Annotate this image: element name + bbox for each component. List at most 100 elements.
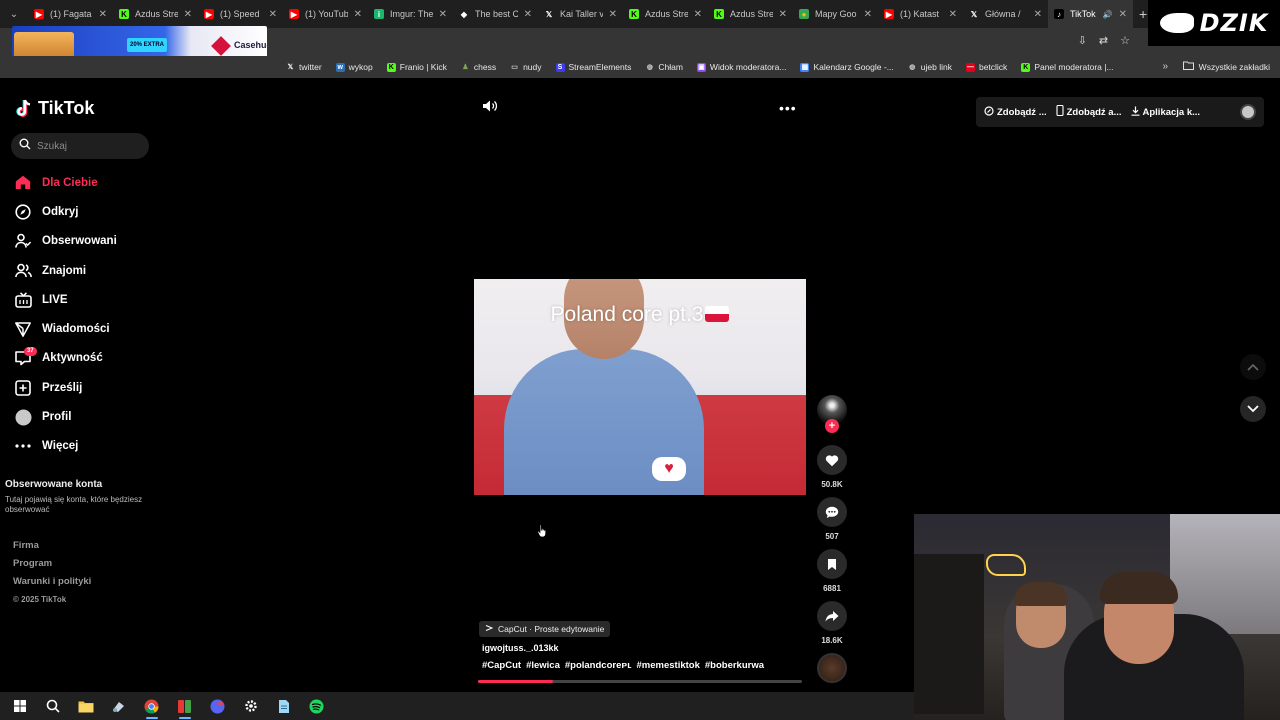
bookmark-icon[interactable] (817, 549, 847, 579)
bookmark-item[interactable]: ▦ Kalendarz Google -... (800, 62, 894, 72)
close-tab-icon[interactable]: ✕ (439, 9, 447, 20)
hashtag-link[interactable]: #CapCut (482, 660, 521, 671)
sidebar-item-profile[interactable]: Profil (14, 402, 154, 431)
translate-icon[interactable]: ⇄ (1099, 34, 1108, 47)
streaming-app-icon[interactable] (169, 692, 200, 720)
bookmark-item[interactable]: 𝕏twitter (286, 62, 322, 72)
video-progress-bar[interactable] (478, 680, 802, 683)
tiktok-logo[interactable]: TikTok (16, 98, 94, 119)
browser-tab[interactable]: ◆ The best C ✕ (453, 0, 538, 28)
user-avatar[interactable] (1240, 104, 1256, 120)
volume-icon[interactable] (482, 99, 498, 118)
bookmark-item[interactable]: K Panel moderatora |... (1021, 62, 1114, 72)
bookmark-item[interactable]: ♟ chess (461, 62, 496, 72)
hashtag-link[interactable]: #polandcoreᴘʟ (565, 660, 632, 671)
bookmark-item[interactable]: ▣ Widok moderatora... (696, 62, 786, 72)
next-video-button[interactable] (1240, 396, 1266, 422)
all-bookmarks-button[interactable]: Wszystkie zakładki (1182, 61, 1270, 72)
sidebar-item-friends[interactable]: Znajomi (14, 256, 154, 285)
share-icon[interactable] (817, 601, 847, 631)
sidebar-item-more[interactable]: Więcej (14, 432, 154, 461)
follow-plus-icon[interactable]: + (825, 419, 839, 433)
chrome-icon[interactable] (136, 692, 167, 720)
settings-icon[interactable] (235, 692, 266, 720)
new-tab-button[interactable]: + (1139, 6, 1147, 22)
app-icon-generic[interactable] (103, 692, 134, 720)
close-tab-icon[interactable]: ✕ (779, 9, 787, 20)
sidebar-item-home[interactable]: Dla Ciebie (14, 168, 154, 197)
bookmark-item[interactable]: S StreamElements (555, 62, 631, 72)
footer-link-program[interactable]: Program (13, 558, 91, 576)
bookmark-item[interactable]: ▭ nudy (510, 62, 541, 72)
footer-link-company[interactable]: Firma (13, 540, 91, 558)
close-tab-icon[interactable]: ✕ (184, 9, 192, 20)
comment-icon[interactable] (817, 497, 847, 527)
browser-tab[interactable]: K Azdus Stre ✕ (708, 0, 793, 28)
close-tab-icon[interactable]: ✕ (694, 9, 702, 20)
spotify-icon[interactable] (301, 692, 332, 720)
taskbar-search-icon[interactable] (37, 692, 68, 720)
desktop-app-button[interactable]: Aplikacja k... (1131, 106, 1200, 119)
capcut-tag[interactable]: CapCut · Proste edytowanie (479, 621, 611, 637)
get-coins-button[interactable]: Zdobądź ... (984, 105, 1047, 119)
sidebar-item-upload[interactable]: Prześlij (14, 373, 154, 402)
browser-tab[interactable]: K Azdus Stre ✕ (623, 0, 708, 28)
notes-app-icon[interactable] (268, 692, 299, 720)
heart-icon[interactable] (817, 445, 847, 475)
sidebar-item-activity[interactable]: 37 Aktywność (14, 344, 154, 373)
sidebar-item-messages[interactable]: Wiadomości (14, 314, 154, 343)
browser-tab[interactable]: 𝕏 Główna / ✕ (963, 0, 1048, 28)
comment-action[interactable]: 507 (817, 497, 847, 541)
bookmark-item[interactable]: ◍ Chłam (645, 62, 683, 72)
close-tab-icon[interactable]: ✕ (269, 9, 277, 20)
share-action[interactable]: 18.6K (817, 601, 847, 645)
bookmark-item[interactable]: w wykop (335, 62, 373, 72)
close-tab-icon[interactable]: ✕ (99, 9, 107, 20)
browser-tab[interactable]: ● Mapy Goo ✕ (793, 0, 878, 28)
video-author[interactable]: igwojtuss._.013kk (482, 643, 559, 653)
music-disc-icon[interactable] (817, 653, 847, 683)
hashtag-link[interactable]: #memestiktok (637, 660, 700, 671)
close-tab-icon[interactable]: ✕ (949, 9, 957, 20)
previous-video-button[interactable] (1240, 354, 1266, 380)
video-player[interactable]: ♥ Poland core pt.3 (474, 279, 806, 495)
browser-tab[interactable]: ▶ (1) Fagata ✕ (28, 0, 113, 28)
tab-search-button[interactable]: ⌄ (0, 0, 28, 28)
bookmark-item[interactable]: — betclick (965, 62, 1007, 72)
sidebar-item-following[interactable]: Obserwowani (14, 227, 154, 256)
bookmarks-overflow-button[interactable]: » (1162, 61, 1168, 72)
footer-link-terms[interactable]: Warunki i polityki (13, 576, 91, 594)
bookmark-item[interactable]: ◍ ujeb link (908, 62, 952, 72)
close-tab-icon[interactable]: ✕ (1034, 9, 1042, 20)
bookmark-item[interactable]: K Franio | Kick (386, 62, 447, 72)
sidebar-item-live[interactable]: LIVE (14, 285, 154, 314)
browser-tab[interactable]: ♪ TikTok 🔊 ✕ (1048, 0, 1133, 28)
chat-app-icon[interactable] (202, 692, 233, 720)
creator-avatar[interactable]: + (817, 395, 847, 433)
get-app-button[interactable]: Zdobądź a... (1056, 104, 1122, 119)
save-action[interactable]: 6881 (817, 549, 847, 593)
browser-tab[interactable]: i Imgur: The ✕ (368, 0, 453, 28)
search-box[interactable] (11, 133, 149, 159)
install-app-icon[interactable]: ⇩ (1078, 34, 1087, 47)
close-tab-icon[interactable]: ✕ (609, 9, 617, 20)
close-tab-icon[interactable]: ✕ (524, 9, 532, 20)
search-input[interactable] (37, 140, 137, 152)
bookmark-star-icon[interactable]: ☆ (1120, 34, 1130, 47)
close-tab-icon[interactable]: ✕ (354, 9, 362, 20)
browser-tab[interactable]: 𝕏 Kai Taller v ✕ (538, 0, 623, 28)
sidebar-item-compass[interactable]: Odkryj (14, 197, 154, 226)
start-button[interactable] (4, 692, 35, 720)
hashtag-link[interactable]: #boberkurwa (705, 660, 764, 671)
browser-tab[interactable]: ▶ (1) Katast ✕ (878, 0, 963, 28)
browser-tab[interactable]: ▶ (1) YouTub ✕ (283, 0, 368, 28)
hashtag-link[interactable]: #lewica (526, 660, 560, 671)
browser-tab[interactable]: K Azdus Stre ✕ (113, 0, 198, 28)
more-options-icon[interactable]: ••• (779, 100, 797, 116)
file-explorer-icon[interactable] (70, 692, 101, 720)
tab-audio-icon[interactable]: 🔊 (1103, 10, 1113, 19)
close-tab-icon[interactable]: ✕ (864, 9, 872, 20)
browser-tab[interactable]: ▶ (1) Speed ✕ (198, 0, 283, 28)
like-action[interactable]: 50.8K (817, 445, 847, 489)
close-tab-icon[interactable]: ✕ (1119, 9, 1127, 20)
